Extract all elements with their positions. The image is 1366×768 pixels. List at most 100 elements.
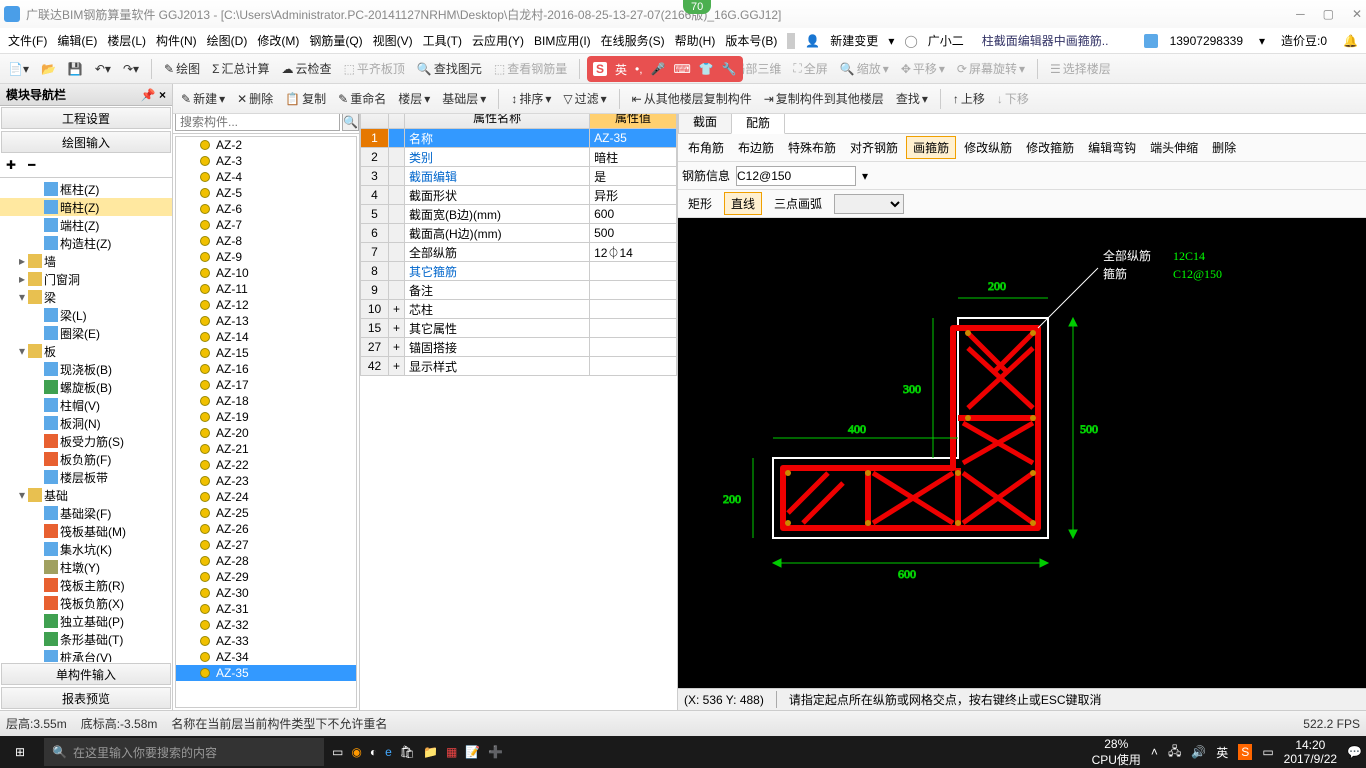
avatar-icon[interactable]	[1144, 34, 1158, 48]
list-item[interactable]: AZ-5	[176, 185, 356, 201]
menu-help[interactable]: 帮助(H)	[671, 30, 720, 51]
find2-button[interactable]: 查找▾	[892, 88, 932, 109]
sum-button[interactable]: Σ 汇总计算	[208, 58, 273, 79]
tray-sogou-icon[interactable]: S	[1238, 744, 1252, 760]
property-row[interactable]: 8其它箍筋	[361, 262, 677, 281]
search-input[interactable]	[175, 112, 340, 131]
list-item[interactable]: AZ-21	[176, 441, 356, 457]
edge-icon[interactable]: e	[385, 745, 392, 759]
app-icon-1[interactable]: ◉	[351, 745, 361, 759]
tree-node[interactable]: ▾梁	[0, 288, 172, 306]
property-row[interactable]: 5截面宽(B边)(mm)600	[361, 205, 677, 224]
copy-to-button[interactable]: ⇥复制构件到其他楼层	[760, 88, 888, 109]
tree-node[interactable]: 端柱(Z)	[0, 216, 172, 234]
close-button[interactable]: ✕	[1352, 7, 1362, 21]
section-tool[interactable]: 布角筋	[682, 137, 730, 158]
tab-plus-icon[interactable]: ✚	[0, 154, 22, 177]
tree-node[interactable]: 板负筋(F)	[0, 450, 172, 468]
section-tool[interactable]: 画箍筋	[906, 136, 956, 159]
list-item[interactable]: AZ-3	[176, 153, 356, 169]
section-tool[interactable]: 修改纵筋	[958, 137, 1018, 158]
tray-more-icon[interactable]: ▭	[1262, 745, 1273, 759]
app-icon-5[interactable]: ➕	[488, 745, 503, 759]
tray-vol-icon[interactable]: 🔊	[1191, 745, 1206, 759]
tree-node[interactable]: 框柱(Z)	[0, 180, 172, 198]
list-item[interactable]: AZ-13	[176, 313, 356, 329]
section-tool[interactable]: 编辑弯钩	[1082, 137, 1142, 158]
rebar-info-input[interactable]	[736, 166, 856, 186]
draw-mode[interactable]: 矩形	[682, 193, 718, 214]
property-row[interactable]: 42+显示样式	[361, 357, 677, 376]
basefloor-select[interactable]: 基础层▾	[438, 88, 490, 109]
ime-skin-icon[interactable]: 👕	[699, 62, 714, 76]
tab-minus-icon[interactable]: ━	[22, 154, 41, 177]
section-tool[interactable]: 删除	[1206, 137, 1242, 158]
section-tool[interactable]: 特殊布筋	[782, 137, 842, 158]
list-item[interactable]: AZ-11	[176, 281, 356, 297]
property-row[interactable]: 7全部纵筋12⏀14	[361, 243, 677, 262]
list-item[interactable]: AZ-8	[176, 233, 356, 249]
list-item[interactable]: AZ-19	[176, 409, 356, 425]
tree-node[interactable]: 独立基础(P)	[0, 612, 172, 630]
del-comp-button[interactable]: ✕删除	[233, 88, 277, 109]
ime-punct-icon[interactable]: •,	[635, 62, 643, 76]
draw-button[interactable]: ✎绘图	[160, 58, 204, 79]
list-item[interactable]: AZ-22	[176, 457, 356, 473]
list-item[interactable]: AZ-34	[176, 649, 356, 665]
list-item[interactable]: AZ-4	[176, 169, 356, 185]
list-item[interactable]: AZ-16	[176, 361, 356, 377]
tree-node[interactable]: 圈梁(E)	[0, 324, 172, 342]
tree-node[interactable]: 梁(L)	[0, 306, 172, 324]
nav-report-button[interactable]: 报表预览	[1, 687, 171, 709]
menu-cloud[interactable]: 云应用(Y)	[468, 30, 528, 51]
tray-net-icon[interactable]: 🖧	[1168, 742, 1181, 763]
list-item[interactable]: AZ-35	[176, 665, 356, 681]
draw-mode-select[interactable]	[834, 194, 904, 214]
minimize-button[interactable]: ─	[1296, 7, 1305, 21]
property-row[interactable]: 27+锚固搭接	[361, 338, 677, 357]
list-item[interactable]: AZ-2	[176, 137, 356, 153]
search-button[interactable]: 🔍	[342, 112, 359, 131]
nav-project-button[interactable]: 工程设置	[1, 107, 171, 129]
list-item[interactable]: AZ-14	[176, 329, 356, 345]
tree-node[interactable]: 暗柱(Z)	[0, 198, 172, 216]
draw-mode[interactable]: 三点画弧	[768, 193, 828, 214]
property-row[interactable]: 10+芯柱	[361, 300, 677, 319]
menu-rebar[interactable]: 钢筋量(Q)	[305, 30, 366, 51]
draw-mode[interactable]: 直线	[724, 192, 762, 215]
app-icon-4[interactable]: 📝	[465, 745, 480, 759]
list-item[interactable]: AZ-18	[176, 393, 356, 409]
list-item[interactable]: AZ-33	[176, 633, 356, 649]
notif-icon[interactable]: 💬	[1347, 745, 1362, 759]
property-row[interactable]: 1名称AZ-35	[361, 129, 677, 148]
rename-button[interactable]: ✎重命名	[334, 88, 390, 109]
store-icon[interactable]: 🛍	[400, 745, 415, 759]
list-item[interactable]: AZ-20	[176, 425, 356, 441]
property-row[interactable]: 2类别暗柱	[361, 148, 677, 167]
list-item[interactable]: AZ-29	[176, 569, 356, 585]
undo-button[interactable]: ↶▾	[91, 60, 115, 78]
cloud-check-button[interactable]: ☁ 云检查	[278, 58, 336, 79]
tree-node[interactable]: 基础梁(F)	[0, 504, 172, 522]
floor-select[interactable]: 楼层▾	[394, 88, 434, 109]
menu-draw[interactable]: 绘图(D)	[203, 30, 252, 51]
list-item[interactable]: AZ-25	[176, 505, 356, 521]
start-button[interactable]: ⊞	[4, 738, 36, 766]
new-change-button[interactable]: 新建变更	[826, 30, 882, 51]
menu-modify[interactable]: 修改(M)	[253, 30, 303, 51]
editor-note[interactable]: 柱截面编辑器中画箍筋..	[978, 30, 1113, 51]
list-item[interactable]: AZ-28	[176, 553, 356, 569]
sort-button[interactable]: ↕排序▾	[507, 88, 555, 109]
section-canvas[interactable]: 600 500 200 400 300 200 全部纵筋 12C14 箍筋 C1…	[678, 218, 1366, 688]
menu-version[interactable]: 版本号(B)	[721, 30, 781, 51]
tree-node[interactable]: 桩承台(V)	[0, 648, 172, 662]
open-button[interactable]: 📂	[37, 60, 60, 78]
task-view-icon[interactable]: ▭	[332, 745, 343, 759]
tree-node[interactable]: ▾基础	[0, 486, 172, 504]
property-row[interactable]: 4截面形状异形	[361, 186, 677, 205]
list-item[interactable]: AZ-26	[176, 521, 356, 537]
property-row[interactable]: 9备注	[361, 281, 677, 300]
menu-floor[interactable]: 楼层(L)	[103, 30, 150, 51]
list-item[interactable]: AZ-23	[176, 473, 356, 489]
tree-node[interactable]: 集水坑(K)	[0, 540, 172, 558]
